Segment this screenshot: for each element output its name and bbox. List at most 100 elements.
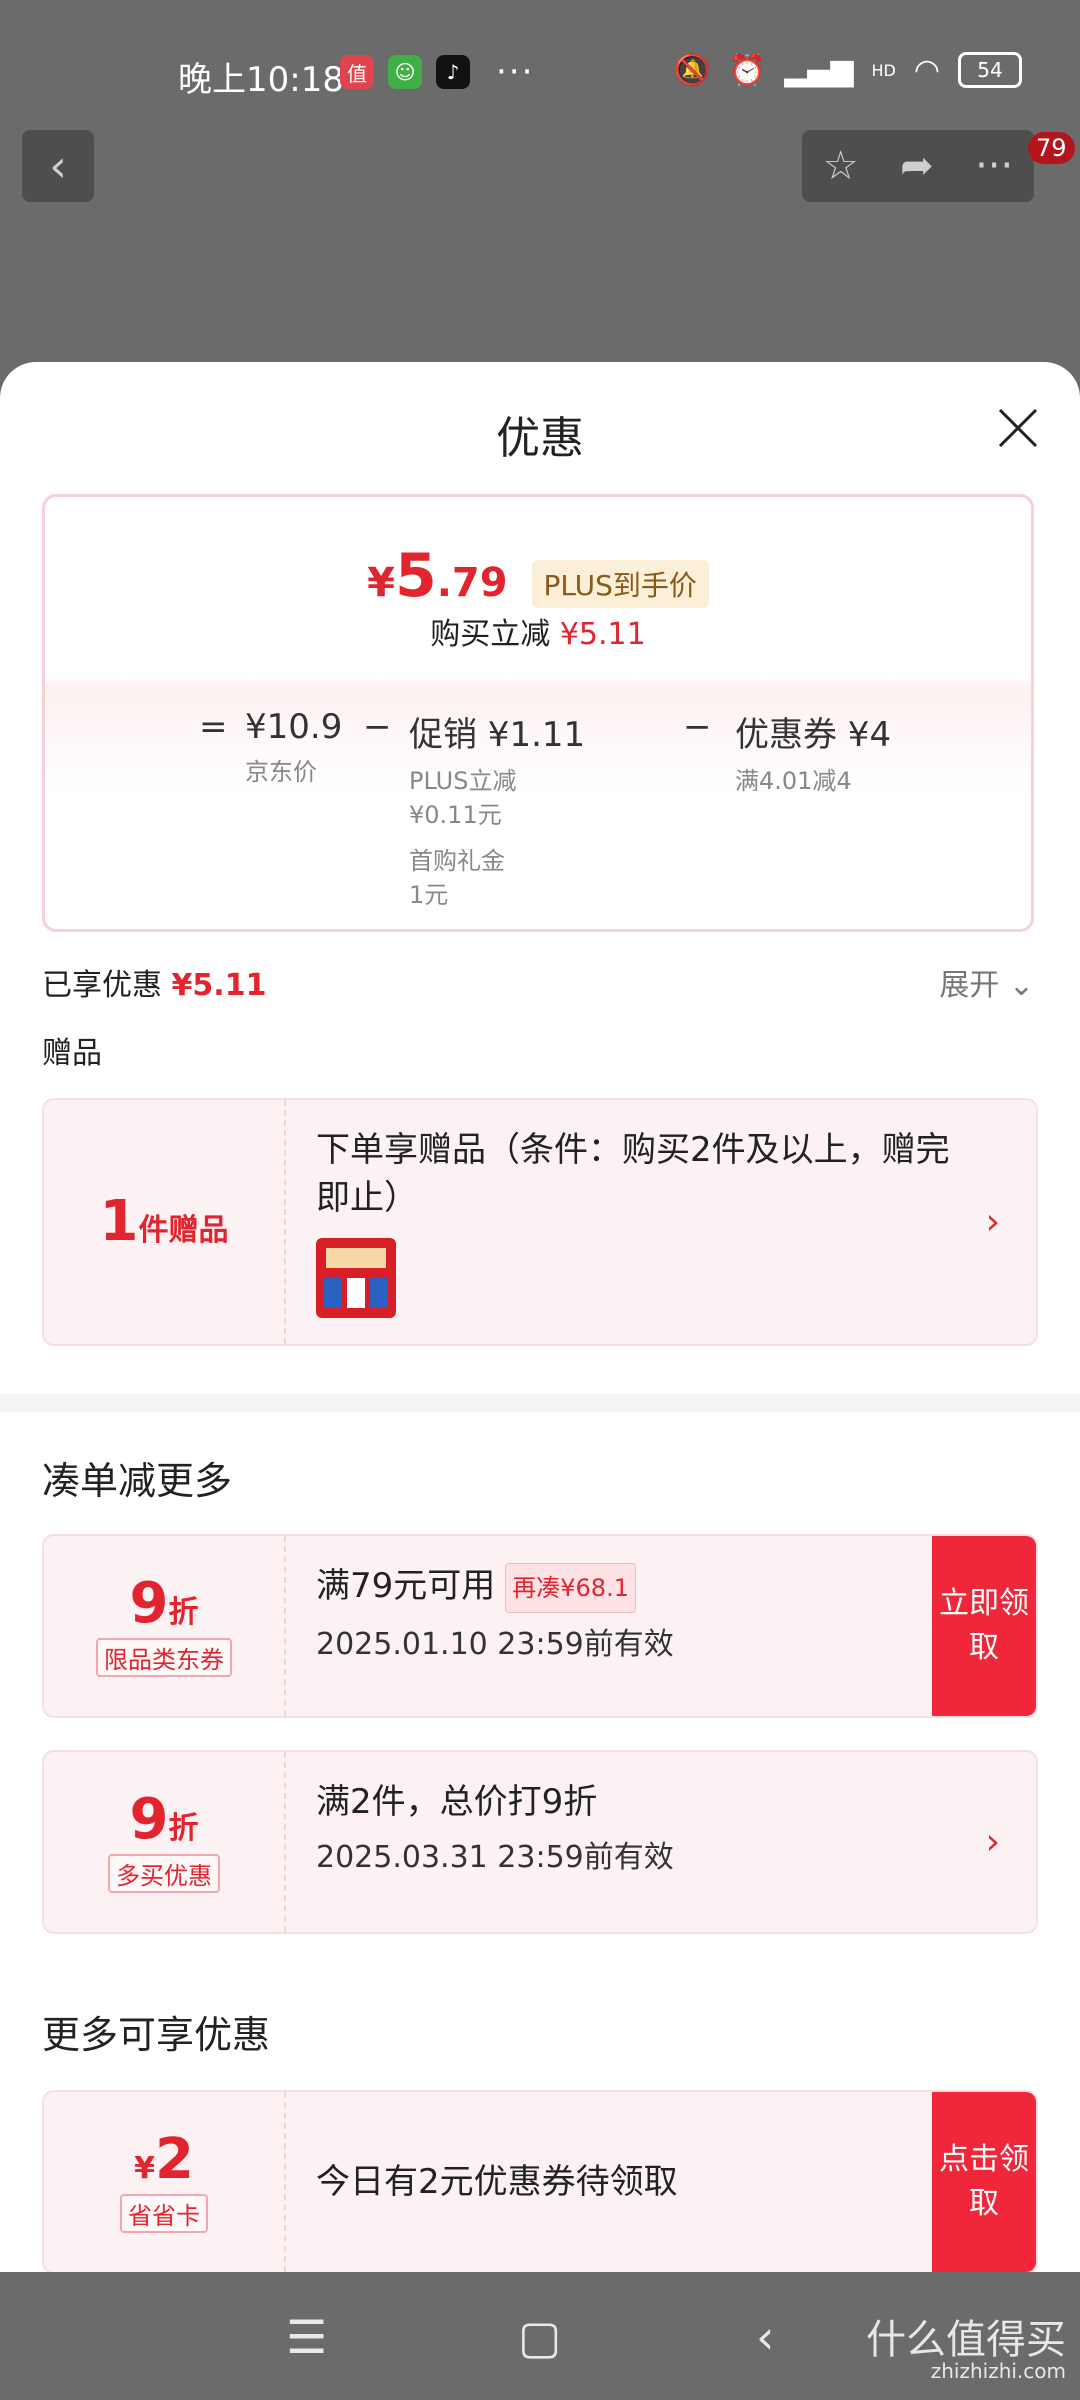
star-icon[interactable]: ☆ [823, 143, 859, 189]
coupon-expiry: 2025.01.10 23:59前有效 [316, 1626, 674, 1662]
coupon-type-tag: 多买优惠 [108, 1853, 220, 1893]
gift-thumbnail[interactable] [316, 1238, 396, 1318]
chevron-left-icon: ‹ [49, 140, 67, 192]
coupon-type-tag: 限品类东券 [96, 1637, 232, 1677]
final-price: ¥5.79 [367, 541, 521, 611]
price-decimal: .79 [436, 560, 508, 606]
expand-button[interactable]: 展开 ⌄ [939, 960, 1034, 1004]
sheet-title: 优惠 [496, 413, 584, 464]
status-time: 晚上10:18 [178, 60, 344, 100]
coupon-condition: 满79元可用 [316, 1566, 496, 1606]
message-badge: 79 [1028, 132, 1075, 164]
coupon-amount: 2 [154, 2126, 194, 2192]
status-app-icons: 值 ☺ ♪ ··· [340, 52, 534, 92]
more-section-title: 更多可享优惠 [42, 2013, 271, 2057]
section-divider [0, 1394, 1080, 1412]
plus-price-tag: PLUS到手价 [531, 559, 709, 608]
more-icon[interactable]: ··· [975, 143, 1013, 189]
home-icon[interactable]: ▢ [518, 2310, 561, 2364]
coupon-card: 9折 限品类东券 满79元可用 再凑¥68.1 2025.01.10 23:59前… [42, 1534, 1038, 1718]
coupon-discount-unit: 折 [168, 1594, 199, 1630]
share-icon[interactable]: ➦ [900, 143, 934, 189]
chevron-right-icon: › [985, 1821, 1000, 1863]
gift-card[interactable]: 1件赠品 下单享赠品（条件：购买2件及以上，赠完即止） › [42, 1098, 1038, 1346]
reduce-amount: ¥5.11 [559, 617, 646, 652]
system-nav-bar: ☰ ▢ ‹ 什么值得买 zhizhizhi.com [0, 2272, 1080, 2400]
watermark: 什么值得买 zhizhizhi.com [866, 2320, 1066, 2382]
coupon-card[interactable]: 9折 多买优惠 满2件，总价打9折 2025.03.31 23:59前有效 › [42, 1750, 1038, 1934]
top-nav: ‹ ☆ ➦ ··· 79 [0, 130, 1080, 210]
first-buy-gift-label: 首购礼金 [409, 847, 505, 875]
coupon-amount: 优惠券 ¥4 [735, 715, 892, 755]
coupon-condition: 满4.01减4 [735, 767, 852, 795]
chevron-down-icon: ⌄ [1008, 968, 1034, 1003]
battery-icon: 54 [958, 52, 1022, 88]
watermark-text: 什么值得买 [866, 2317, 1066, 2363]
coupon-type-tag: 省省卡 [120, 2193, 208, 2233]
coupon-condition: 满2件，总价打9折 [316, 1782, 598, 1822]
tiktok-app-icon: ♪ [436, 55, 470, 89]
minus-sign-2: − [683, 707, 712, 747]
coupon-discount-number: 9 [129, 1786, 169, 1852]
promo-col: 促销 ¥1.11 PLUS立减 ¥0.11元 首购礼金 1元 [409, 707, 629, 912]
coupon-value: ¥2 省省卡 [44, 2092, 286, 2272]
back-icon[interactable]: ‹ [756, 2310, 774, 2364]
gift-count-unit: 件赠品 [138, 1213, 229, 1248]
enjoyed-amount: ¥5.11 [171, 968, 267, 1003]
claim-button[interactable]: 点击领取 [932, 2092, 1036, 2272]
claim-button[interactable]: 立即领取 [932, 1536, 1036, 1716]
coupon-col: 优惠券 ¥4 满4.01减4 [735, 707, 955, 798]
signal-icon: ▂▄▆ [784, 52, 854, 88]
enjoyed-label: 已享优惠 [42, 968, 162, 1003]
currency-symbol: ¥ [367, 560, 395, 606]
instant-reduce-row: 购买立减 ¥5.11 [45, 609, 1031, 653]
watermark-url: zhizhizhi.com [930, 2359, 1066, 2383]
price-integer: 5 [394, 541, 437, 611]
mute-icon: 🔕 [673, 52, 711, 88]
menu-icon[interactable]: ☰ [286, 2310, 327, 2364]
wifi-icon: ◠ [913, 52, 940, 88]
add-more-tag: 再凑¥68.1 [505, 1562, 636, 1613]
promo-details: PLUS立减 ¥0.11元 首购礼金 1元 [409, 764, 629, 912]
coupon-body: 满2件，总价打9折 2025.03.31 23:59前有效 [316, 1752, 886, 1876]
coupon-discount-unit: 折 [168, 1810, 199, 1846]
gift-section-title: 赠品 [42, 1036, 102, 1071]
alarm-icon: ⏰ [728, 52, 767, 88]
status-bar: 晚上10:18 值 ☺ ♪ ··· 🔕 ⏰ ▂▄▆ HD ◠ 54 [0, 0, 1080, 120]
nav-actions: ☆ ➦ ··· [802, 130, 1034, 202]
plus-reduce-value: ¥0.11元 [409, 801, 502, 829]
coupon-body: 满79元可用 再凑¥68.1 2025.01.10 23:59前有效 [316, 1536, 886, 1663]
coupon-value: 9折 限品类东券 [44, 1536, 286, 1716]
promo-amount: 促销 ¥1.11 [409, 715, 586, 755]
gift-count: 1件赠品 [44, 1100, 286, 1344]
coupon-body: 今日有2元优惠券待领取 [316, 2092, 886, 2206]
gift-count-number: 1 [99, 1189, 139, 1254]
expand-label: 展开 [939, 968, 1000, 1003]
enjoyed-discount: 已享优惠 ¥5.11 [42, 960, 266, 1004]
minus-sign: − [363, 707, 392, 747]
final-price-row: ¥5.79 PLUS到手价 [45, 541, 1031, 616]
combine-section-title: 凑单减更多 [42, 1459, 233, 1503]
first-buy-gift-value: 1元 [409, 881, 449, 909]
coupon-discount-number: 9 [129, 1570, 169, 1636]
back-button[interactable]: ‹ [22, 130, 94, 202]
coupon-expiry: 2025.03.31 23:59前有效 [316, 1840, 674, 1875]
gift-body: 下单享赠品（条件：购买2件及以上，赠完即止） [316, 1100, 956, 1318]
coupon-condition: 今日有2元优惠券待领取 [316, 2162, 678, 2202]
coupon-card: ¥2 省省卡 今日有2元优惠券待领取 点击领取 [42, 2090, 1038, 2272]
hd-label: HD [871, 60, 896, 80]
reduce-label: 购买立减 [430, 617, 551, 652]
gift-text: 下单享赠品（条件：购买2件及以上，赠完即止） [316, 1130, 950, 1218]
equals-sign: = [199, 707, 228, 747]
smzdm-app-icon: 值 [340, 55, 374, 89]
coupon-currency: ¥ [134, 2150, 155, 2186]
more-notifications-icon: ··· [496, 52, 535, 92]
status-right: 🔕 ⏰ ▂▄▆ HD ◠ 54 [674, 52, 1022, 88]
wechat-app-icon: ☺ [388, 55, 422, 89]
coupon-value: 9折 多买优惠 [44, 1752, 286, 1932]
plus-reduce-label: PLUS立减 [409, 767, 517, 795]
price-breakdown-card: ¥5.79 PLUS到手价 购买立减 ¥5.11 = ¥10.9 京东价 − 促… [42, 494, 1034, 932]
discount-sheet: 优惠 ¥5.79 PLUS到手价 购买立减 ¥5.11 = ¥10.9 京东价 … [0, 362, 1080, 2272]
chevron-right-icon: › [985, 1201, 1000, 1243]
close-icon[interactable] [996, 406, 1040, 450]
